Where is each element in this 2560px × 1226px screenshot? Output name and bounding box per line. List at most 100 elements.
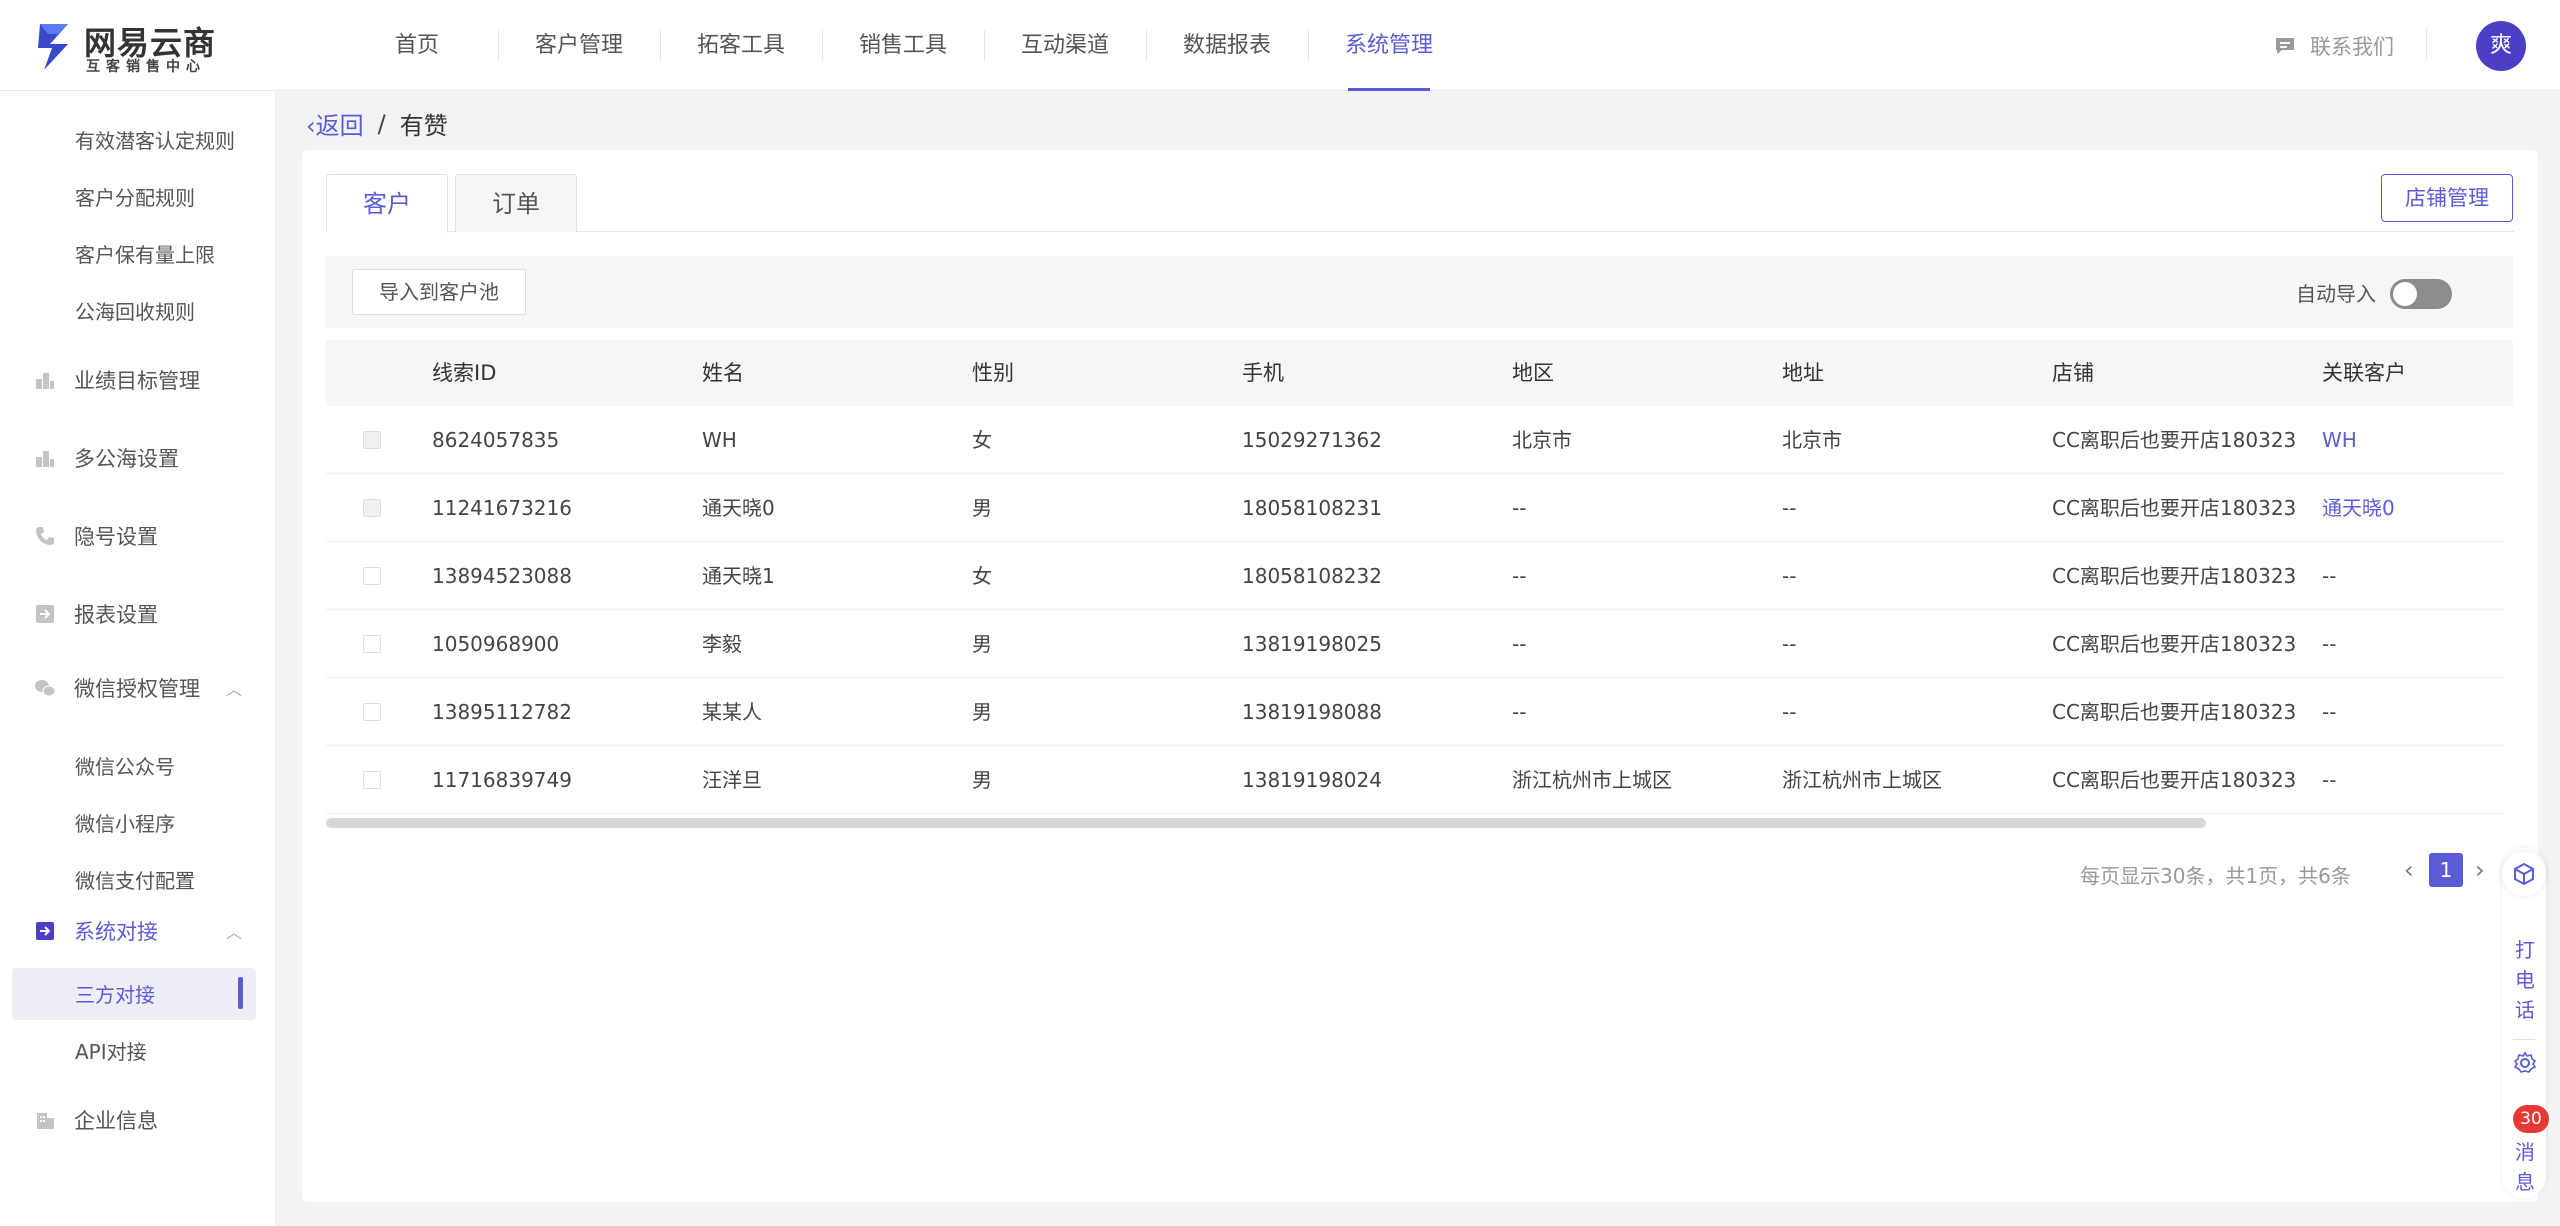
store-management-button[interactable]: 店铺管理 [2381,174,2513,222]
row-checkbox[interactable] [363,567,381,585]
back-link[interactable]: ‹返回 [306,106,364,141]
sidebar-item-wechat-auth[interactable]: 微信授权管理 [34,668,200,708]
sidebar-item-report-settings[interactable]: 报表设置 [34,594,158,634]
cell-phone: 15029271362 [1242,428,1382,452]
nav-sales-tools[interactable]: 销售工具 [822,0,984,91]
cell-gender: 男 [972,632,992,656]
nav-system-management[interactable]: 系统管理 [1308,0,1470,91]
cell-name: 通天晓0 [702,496,775,520]
table-row[interactable]: 11716839749 汪洋旦 男 13819198024 浙江杭州市上城区 浙… [326,746,2503,814]
chevron-right-icon[interactable]: › [2475,856,2485,884]
cell-gender: 女 [972,564,992,588]
cell-phone: 18058108231 [1242,496,1382,520]
sidebar-item-customer-retention-limit[interactable]: 客户保有量上限 [75,239,215,268]
tab-orders[interactable]: 订单 [455,174,577,232]
sidebar-item-multi-pool-settings[interactable]: 多公海设置 [34,438,179,478]
cell-gender: 男 [972,496,992,520]
page-number-current[interactable]: 1 [2429,853,2463,887]
sidebar-item-system-integration[interactable]: 系统对接 [34,911,158,951]
column-header: 线索ID [432,361,497,385]
cell-lead-id: 11716839749 [432,768,572,792]
sidebar-item-third-party[interactable]: 三方对接 [75,979,155,1008]
top-header: 网易云商 互客销售中心 首页 客户管理 拓客工具 销售工具 互动渠道 数据报表 … [0,0,2560,91]
cell-address: -- [1782,564,1797,588]
import-to-pool-button[interactable]: 导入到客户池 [352,269,526,315]
sidebar-item-api[interactable]: API对接 [75,1036,147,1065]
brand-logo[interactable]: 网易云商 互客销售中心 [34,18,234,75]
row-checkbox[interactable] [363,703,381,721]
phone-icon [36,527,54,545]
chevron-left-icon[interactable]: ‹ [2404,856,2414,884]
cell-region: -- [1512,496,1527,520]
float-widget-button[interactable] [2502,852,2546,896]
sidebar-item-pool-recycle-rules[interactable]: 公海回收规则 [75,296,195,325]
auto-import-label: 自动导入 [2296,282,2376,306]
sidebar-item-wechat-miniprogram[interactable]: 微信小程序 [75,808,175,837]
row-checkbox[interactable] [363,771,381,789]
nav-customer-management[interactable]: 客户管理 [498,0,660,91]
sidebar-item-wechat-pay[interactable]: 微信支付配置 [75,865,195,894]
cell-address: -- [1782,632,1797,656]
cell-address: 北京市 [1782,428,1842,452]
main-card: 客户 订单 店铺管理 导入到客户池 自动导入 线索ID 姓名 性别 手机 地区 … [302,150,2538,1202]
cell-lead-id: 8624057835 [432,428,560,452]
chevron-up-icon[interactable]: ︿ [226,919,242,943]
cell-linked-customer: -- [2322,632,2337,656]
messages-button[interactable]: 消 息 [2513,1137,2537,1197]
call-button[interactable]: 打 电 话 [2513,935,2537,1025]
call-label-char: 电 [2515,968,2535,992]
sidebar: 有效潜客认定规则 客户分配规则 客户保有量上限 公海回收规则 业绩目标管理 多公… [0,91,276,1226]
column-header: 店铺 [2052,361,2094,385]
cell-store: CC离职后也要开店180323 [2052,428,2297,452]
cell-gender: 男 [972,768,992,792]
auto-import-toggle[interactable] [2390,279,2452,309]
sidebar-label: 业绩目标管理 [74,369,200,393]
row-checkbox[interactable] [363,635,381,653]
contact-us-link[interactable]: 联系我们 [2274,30,2394,62]
tabs-divider [326,231,2514,232]
sidebar-item-enterprise-info[interactable]: 企业信息 [34,1100,158,1140]
building-icon [37,1113,54,1129]
linked-customer-link[interactable]: 通天晓0 [2322,474,2395,542]
sidebar-label: 隐号设置 [74,525,158,549]
brand-subtitle: 互客销售中心 [86,59,206,75]
chevron-up-icon[interactable]: ︿ [226,676,242,700]
row-checkbox[interactable] [363,499,381,517]
sidebar-label: 多公海设置 [74,447,179,471]
toggle-knob [2393,282,2417,306]
tab-customers[interactable]: 客户 [326,174,448,233]
user-avatar[interactable]: 爽 [2476,21,2526,71]
row-checkbox[interactable] [363,431,381,449]
table-row[interactable]: 13895112782 某某人 男 13819198088 -- -- CC离职… [326,678,2503,746]
sidebar-item-performance-goals[interactable]: 业绩目标管理 [34,360,200,400]
settings-icon[interactable] [2513,1051,2537,1075]
linked-customer-link[interactable]: WH [2322,406,2357,474]
sidebar-item-wechat-official[interactable]: 微信公众号 [75,751,175,780]
table-row[interactable]: 11241673216 通天晓0 男 18058108231 -- -- CC离… [326,474,2503,542]
cell-address: 浙江杭州市上城区 [1782,768,1942,792]
table-row[interactable]: 1050968900 李毅 男 13819198025 -- -- CC离职后也… [326,610,2503,678]
cube-icon [2514,862,2534,886]
table-row[interactable]: 8624057835 WH 女 15029271362 北京市 北京市 CC离职… [326,406,2503,474]
column-header: 地区 [1512,361,1554,385]
horizontal-scrollbar[interactable] [326,818,2206,828]
nav-data-reports[interactable]: 数据报表 [1146,0,1308,91]
sidebar-label: 微信授权管理 [74,677,200,701]
nav-prospecting-tools[interactable]: 拓客工具 [660,0,822,91]
sidebar-item-valid-prospect-rules[interactable]: 有效潜客认定规则 [75,125,235,154]
main-nav: 首页 客户管理 拓客工具 销售工具 互动渠道 数据报表 系统管理 [336,0,1470,91]
sidebar-item-privacy-number[interactable]: 隐号设置 [34,516,158,556]
cell-name: 李毅 [702,632,742,656]
cell-store: CC离职后也要开店180323 [2052,632,2297,656]
pool-icon [36,451,54,467]
cell-phone: 13819198025 [1242,632,1382,656]
nav-interaction-channels[interactable]: 互动渠道 [984,0,1146,91]
breadcrumb: ‹返回 / 有赞 [306,106,448,141]
cell-store: CC离职后也要开店180323 [2052,768,2297,792]
float-divider [2513,1039,2535,1040]
table-row[interactable]: 13894523088 通天晓1 女 18058108232 -- -- CC离… [326,542,2503,610]
nav-home[interactable]: 首页 [336,0,498,91]
sidebar-label: 系统对接 [74,920,158,944]
sidebar-item-customer-assignment-rules[interactable]: 客户分配规则 [75,182,195,211]
cell-region: -- [1512,700,1527,724]
